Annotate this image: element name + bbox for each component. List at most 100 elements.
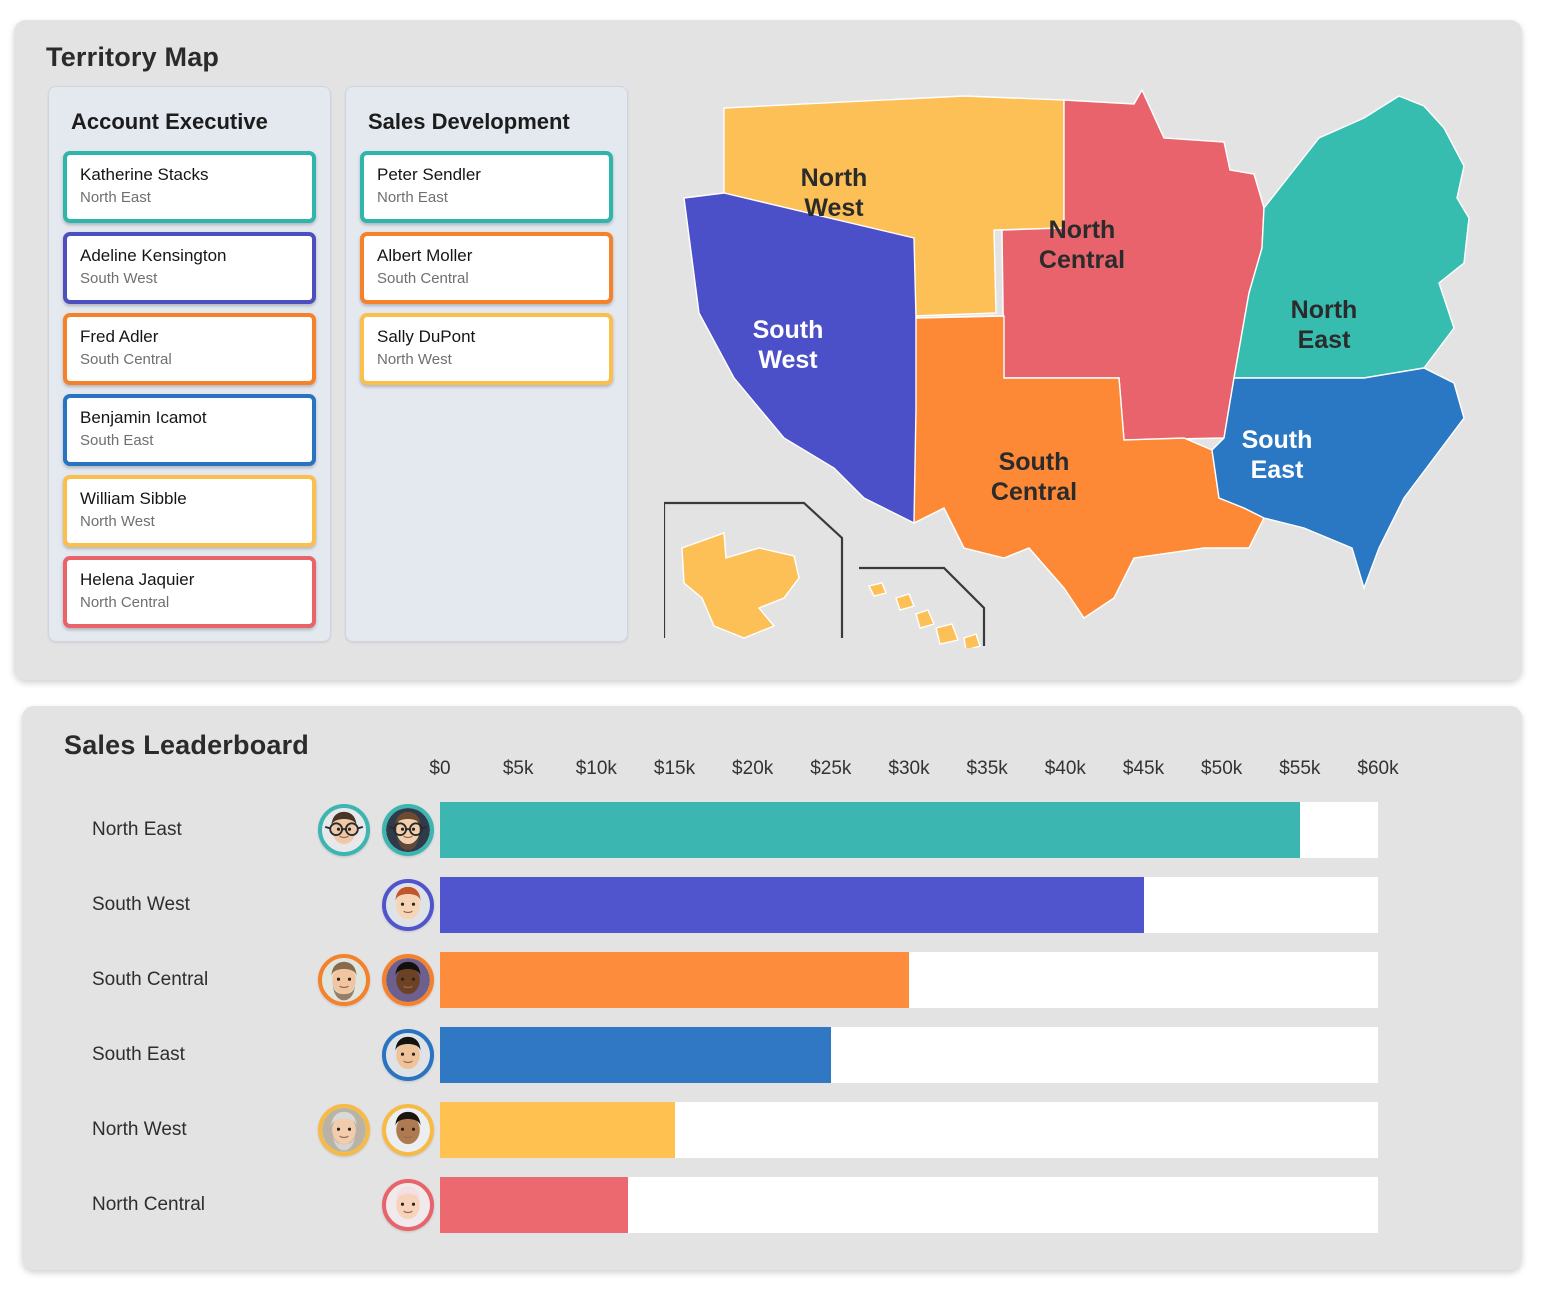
person-name: William Sibble bbox=[80, 489, 187, 508]
territory-map-title: Territory Map bbox=[46, 42, 220, 72]
leaderboard-row[interactable]: South West bbox=[22, 875, 1522, 935]
avatar-photo bbox=[322, 1108, 366, 1152]
leaderboard-chart: $0 $5k $10k $15k $20k $25k $30k $35k $40k $45k $50… bbox=[22, 706, 1522, 1270]
x-axis-tick: $45k bbox=[1122, 758, 1165, 779]
person-name: Sally DuPont bbox=[377, 327, 476, 346]
avatar-south-east-1[interactable] bbox=[382, 1029, 434, 1081]
person-card[interactable]: Albert Moller South Central bbox=[360, 232, 613, 304]
person-region: North West bbox=[377, 351, 452, 368]
map-region-hawaii-4[interactable] bbox=[935, 623, 959, 645]
avatar-photo bbox=[386, 1033, 430, 1077]
account-executive-column: Account Executive Katherine Stacks North … bbox=[48, 86, 331, 642]
x-axis-tick: $55k bbox=[1279, 758, 1321, 779]
avatar-north-central-1[interactable] bbox=[382, 1179, 434, 1231]
person-name: Albert Moller bbox=[377, 246, 473, 265]
avatar-north-east-2[interactable] bbox=[382, 804, 434, 856]
leaderboard-row-label: South East bbox=[92, 1044, 185, 1065]
x-axis-tick: $30k bbox=[888, 758, 930, 779]
leaderboard-bar-track bbox=[440, 1177, 1378, 1233]
leaderboard-bar[interactable] bbox=[440, 1177, 628, 1233]
person-region: South Central bbox=[80, 351, 172, 368]
person-card[interactable]: Benjamin Icamot South East bbox=[63, 394, 316, 466]
avatar-north-west-1[interactable] bbox=[318, 1104, 370, 1156]
leaderboard-bar[interactable] bbox=[440, 802, 1300, 858]
account-executive-heading: Account Executive bbox=[71, 109, 268, 134]
x-axis-tick: $20k bbox=[732, 758, 774, 779]
leaderboard-row-avatars bbox=[286, 1177, 434, 1233]
person-region: North East bbox=[377, 189, 448, 206]
sales-development-list: Peter Sendler North East Albert Moller Sout… bbox=[360, 151, 613, 385]
person-region: North East bbox=[80, 189, 151, 206]
leaderboard-row-label: South West bbox=[92, 894, 190, 915]
leaderboard-bar[interactable] bbox=[440, 877, 1144, 933]
person-region: South Central bbox=[377, 270, 469, 287]
leaderboard-row[interactable]: North West bbox=[22, 1100, 1522, 1160]
map-region-north-east[interactable] bbox=[1233, 95, 1470, 379]
sales-leaderboard-card: Sales Leaderboard $0 $5k $10k $15k $20k $25k $… bbox=[22, 706, 1522, 1270]
x-axis-tick: $15k bbox=[653, 758, 696, 779]
person-region: South East bbox=[80, 432, 154, 449]
person-region: North West bbox=[80, 513, 155, 530]
leaderboard-row-avatars bbox=[286, 1102, 434, 1158]
leaderboard-row[interactable]: North Central bbox=[22, 1175, 1522, 1235]
x-axis-tick: $60k bbox=[1357, 758, 1399, 779]
x-axis-tick: $40k bbox=[1044, 758, 1086, 779]
person-card[interactable]: Fred Adler South Central bbox=[63, 313, 316, 385]
leaderboard-bar-track bbox=[440, 1102, 1378, 1158]
person-name: Helena Jaquier bbox=[80, 570, 195, 589]
dashboard-page: Territory Map Account Executive Katherin… bbox=[0, 0, 1547, 1293]
x-axis-tick: $35k bbox=[966, 758, 1008, 779]
person-name: Benjamin Icamot bbox=[80, 408, 207, 427]
map-region-alaska[interactable] bbox=[681, 532, 800, 639]
us-territory-map[interactable]: North West North Central North East South West S… bbox=[664, 78, 1514, 648]
leaderboard-row-avatars bbox=[286, 1027, 434, 1083]
person-region: North Central bbox=[80, 594, 170, 611]
avatar-photo bbox=[386, 1183, 430, 1227]
avatar-south-central-1[interactable] bbox=[318, 954, 370, 1006]
avatar-photo bbox=[322, 958, 366, 1002]
leaderboard-row[interactable]: South East bbox=[22, 1025, 1522, 1085]
leaderboard-row-avatars bbox=[286, 952, 434, 1008]
leaderboard-row[interactable]: South Central bbox=[22, 950, 1522, 1010]
person-card[interactable]: Peter Sendler North East bbox=[360, 151, 613, 223]
account-executive-list: Katherine Stacks North East Adeline Kensin… bbox=[63, 151, 316, 628]
map-region-hawaii-2[interactable] bbox=[895, 593, 915, 611]
leaderboard-row[interactable]: North East bbox=[22, 800, 1522, 860]
person-name: Katherine Stacks bbox=[80, 165, 209, 184]
map-region-hawaii-1[interactable] bbox=[867, 582, 887, 597]
map-region-hawaii-5[interactable] bbox=[963, 633, 981, 648]
person-name: Fred Adler bbox=[80, 327, 159, 346]
person-name: Peter Sendler bbox=[377, 165, 481, 184]
avatar-north-west-2[interactable] bbox=[382, 1104, 434, 1156]
avatar-photo bbox=[386, 958, 430, 1002]
avatar-photo bbox=[386, 808, 430, 852]
leaderboard-bar-track bbox=[440, 877, 1378, 933]
leaderboard-bar[interactable] bbox=[440, 952, 909, 1008]
x-axis-tick: $0 bbox=[429, 758, 451, 779]
map-region-hawaii-3[interactable] bbox=[915, 609, 935, 629]
territory-map-card: Territory Map Account Executive Katherin… bbox=[14, 20, 1522, 680]
leaderboard-row-label: South Central bbox=[92, 969, 209, 990]
leaderboard-row-label: North Central bbox=[92, 1194, 205, 1215]
person-card[interactable]: William Sibble North West bbox=[63, 475, 316, 547]
leaderboard-bar-track bbox=[440, 802, 1378, 858]
avatar-photo bbox=[386, 1108, 430, 1152]
leaderboard-row-avatars bbox=[286, 877, 434, 933]
x-axis-tick: $10k bbox=[575, 758, 617, 779]
leaderboard-bar[interactable] bbox=[440, 1102, 675, 1158]
sales-development-column: Sales Development Peter Sendler North Eas… bbox=[345, 86, 628, 642]
leaderboard-bar-track bbox=[440, 952, 1378, 1008]
leaderboard-bar[interactable] bbox=[440, 1027, 831, 1083]
sales-development-heading: Sales Development bbox=[368, 109, 570, 134]
leaderboard-row-avatars bbox=[286, 802, 434, 858]
avatar-south-central-2[interactable] bbox=[382, 954, 434, 1006]
avatar-south-west-1[interactable] bbox=[382, 879, 434, 931]
avatar-north-east-1[interactable] bbox=[318, 804, 370, 856]
leaderboard-row-label: North East bbox=[92, 819, 182, 840]
person-name: Adeline Kensington bbox=[80, 246, 227, 265]
person-card[interactable]: Adeline Kensington South West bbox=[63, 232, 316, 304]
person-region: South West bbox=[80, 270, 158, 287]
person-card[interactable]: Helena Jaquier North Central bbox=[63, 556, 316, 628]
person-card[interactable]: Katherine Stacks North East bbox=[63, 151, 316, 223]
person-card[interactable]: Sally DuPont North West bbox=[360, 313, 613, 385]
